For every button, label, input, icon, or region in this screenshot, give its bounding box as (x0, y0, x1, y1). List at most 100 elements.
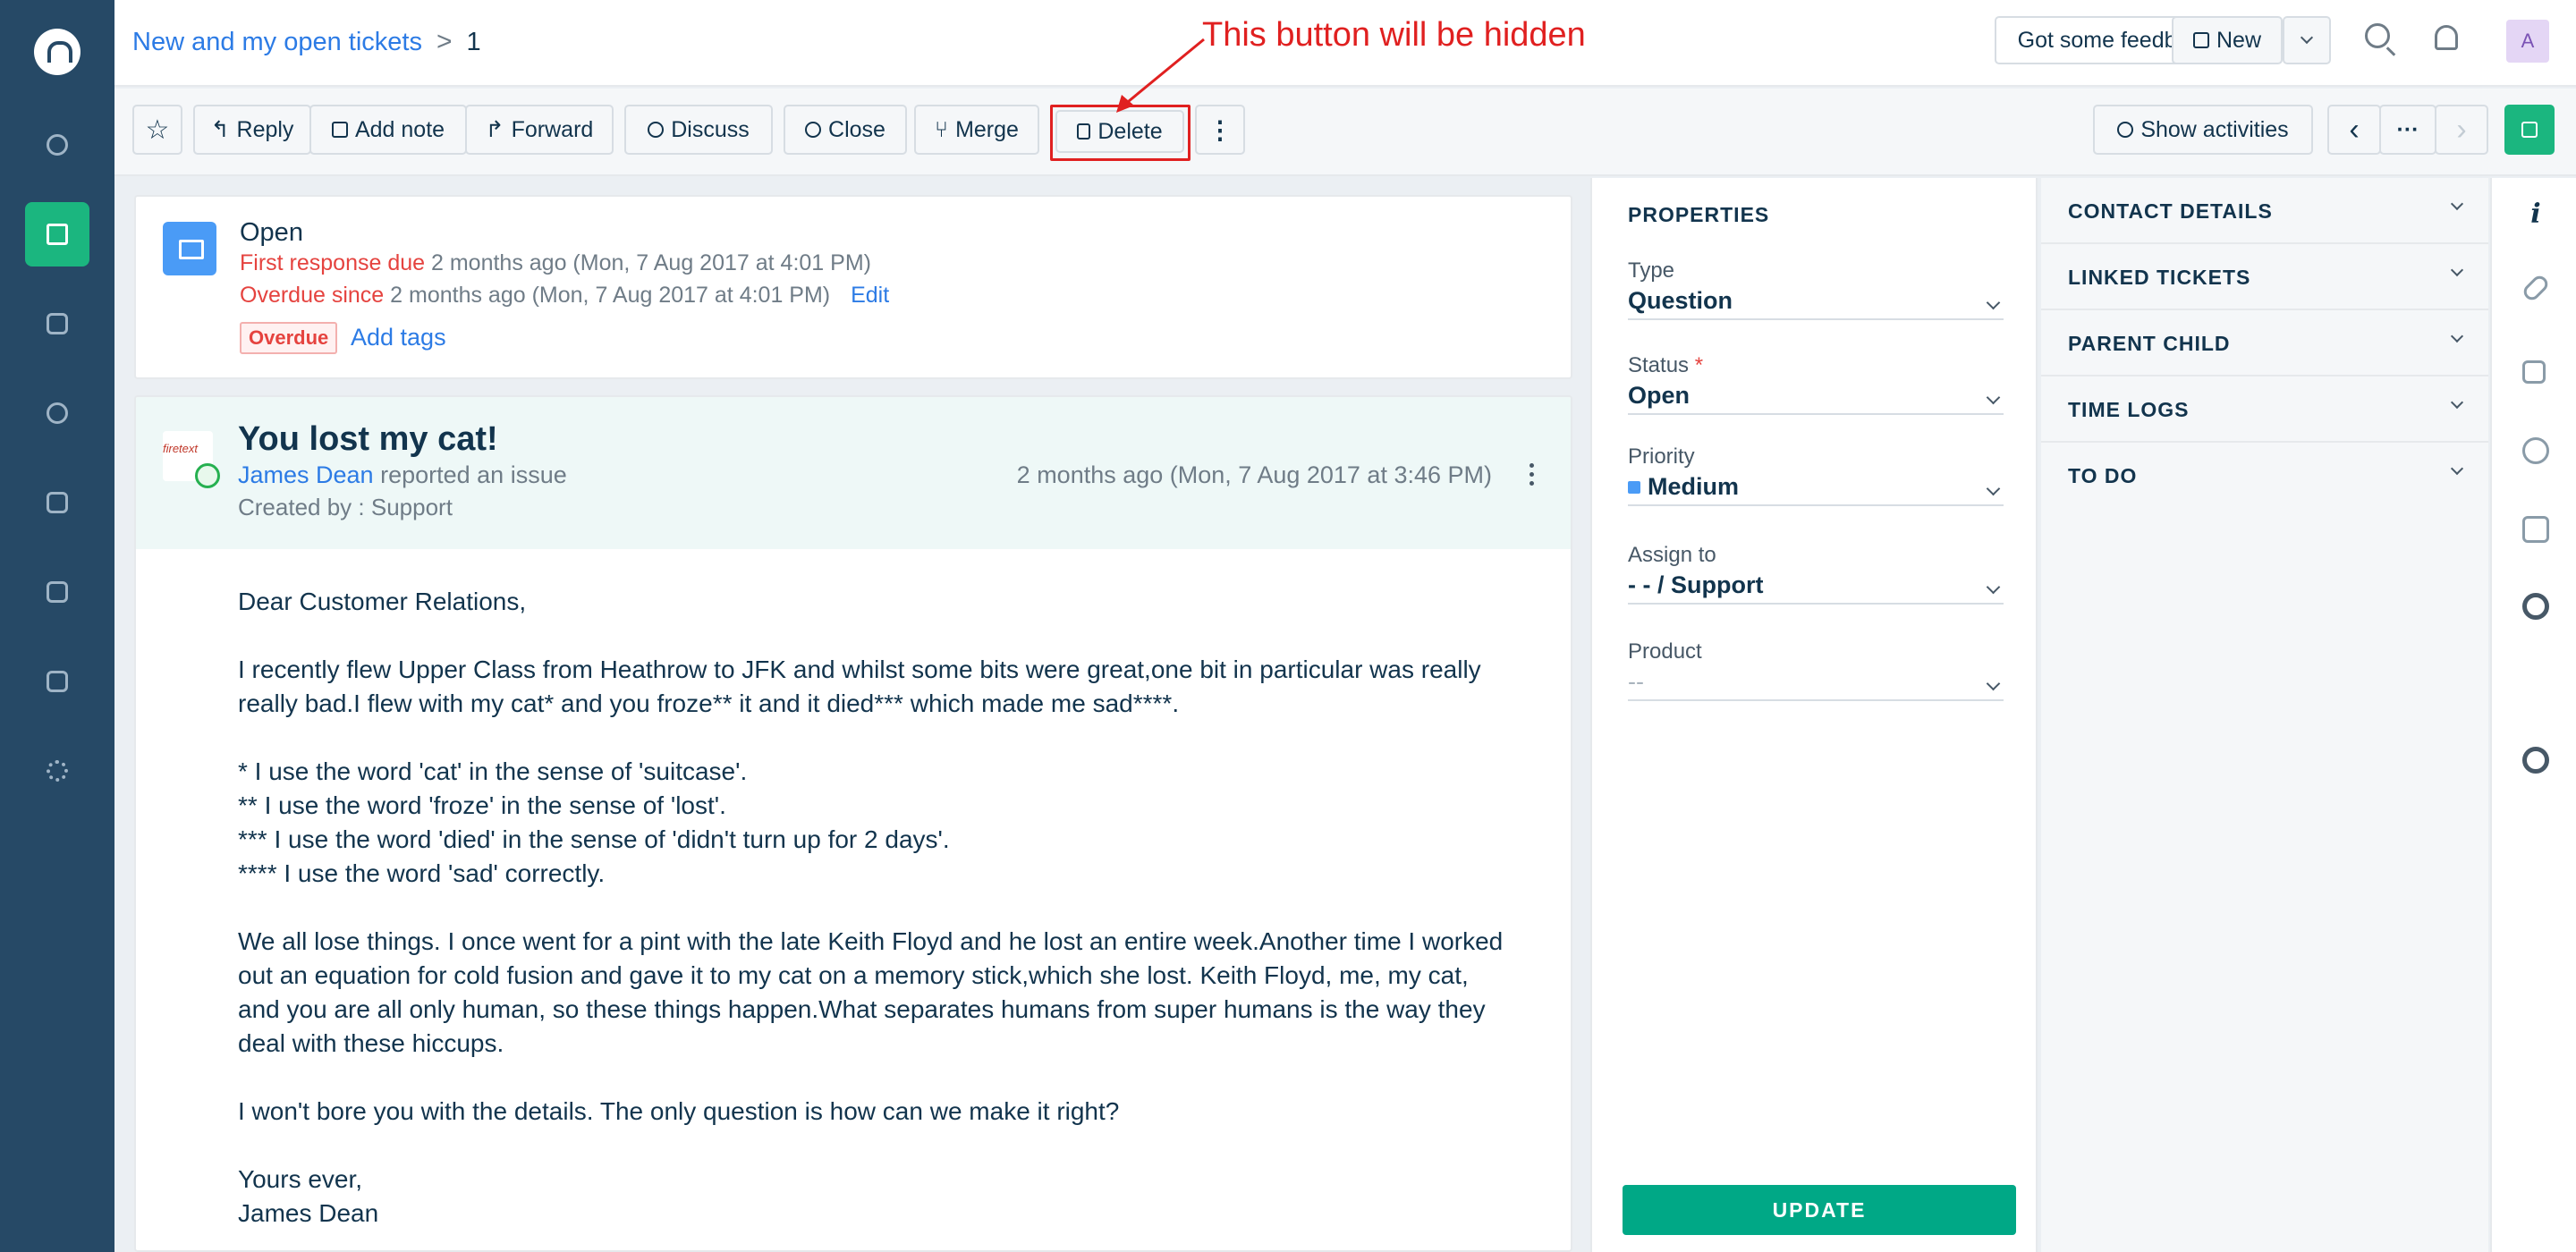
merge-icon: ⑂ (935, 116, 949, 142)
to-do-section[interactable]: TO DO (2041, 443, 2488, 509)
freshdesk-logo-icon[interactable] (34, 29, 80, 75)
requester-avatar: firetext (163, 431, 220, 488)
chevron-right-icon: › (2456, 112, 2467, 147)
status-title: Open (240, 218, 303, 247)
network-icon (47, 402, 68, 424)
chevron-left-icon: ‹ (2349, 112, 2360, 147)
sidebar-panel-icon (2521, 122, 2538, 138)
ticket-sidebar-accordion: CONTACT DETAILS LINKED TICKETS PARENT CH… (2041, 178, 2488, 1252)
show-activities-button[interactable]: Show activities (2093, 105, 2313, 155)
search-icon[interactable] (2365, 23, 2390, 48)
email-source-icon (163, 222, 216, 275)
add-tags-link[interactable]: Add tags (351, 324, 446, 351)
new-button[interactable]: New (2172, 16, 2283, 64)
status-label: Status (1628, 353, 1690, 377)
notification-bell-icon[interactable] (2435, 25, 2458, 50)
forums-nav-icon[interactable] (25, 560, 89, 624)
close-ticket-button[interactable]: Close (784, 105, 907, 155)
right-icon-bar: i (2490, 178, 2576, 1252)
product-label: Product (1628, 639, 1702, 664)
next-ticket-button[interactable]: › (2435, 105, 2488, 155)
ticket-list-button[interactable]: ··· (2379, 105, 2436, 155)
social-nav-icon[interactable] (25, 381, 89, 445)
chevron-right-icon: > (436, 27, 453, 56)
ticket-subject: You lost my cat! (238, 420, 498, 458)
reply-button-label: Reply (236, 116, 294, 142)
show-activities-label: Show activities (2140, 116, 2289, 142)
solutions-nav-icon[interactable] (25, 470, 89, 535)
speedometer-icon (47, 134, 68, 156)
priority-field[interactable]: Priority Medium (1628, 444, 2004, 506)
required-marker: * (1694, 353, 1704, 377)
smiley-icon (195, 463, 220, 488)
edit-due-link[interactable]: Edit (851, 283, 889, 308)
time-logs-section[interactable]: TIME LOGS (2041, 376, 2488, 443)
type-value: Question (1628, 287, 1733, 314)
hierarchy-icon[interactable] (2522, 360, 2546, 384)
ellipsis-icon: ··· (2396, 116, 2419, 142)
close-button-label: Close (828, 116, 886, 142)
conversation-more-icon[interactable] (1530, 463, 1537, 490)
update-button[interactable]: UPDATE (1623, 1185, 2016, 1235)
calendar-icon[interactable] (2522, 516, 2549, 543)
requester-name-link[interactable]: James Dean (238, 461, 374, 488)
ticket-id: 1 (466, 27, 481, 56)
add-note-button[interactable]: Add note (309, 105, 467, 155)
reports-nav-icon[interactable] (25, 649, 89, 714)
reply-button[interactable]: ↰ Reply (193, 105, 311, 155)
toggle-sidebar-button[interactable] (2504, 105, 2555, 155)
assign-to-label: Assign to (1628, 543, 1716, 567)
chevron-down-icon (2450, 395, 2464, 410)
chevron-down-icon (2450, 461, 2464, 476)
discuss-button[interactable]: Discuss (624, 105, 773, 155)
linked-tickets-section[interactable]: LINKED TICKETS (2041, 244, 2488, 310)
to-do-label: TO DO (2068, 464, 2138, 487)
contacts-nav-icon[interactable] (25, 292, 89, 356)
status-label-row: Status * (1628, 353, 2004, 378)
parent-child-section[interactable]: PARENT CHILD (2041, 310, 2488, 376)
app-swirl-icon[interactable] (2522, 593, 2549, 620)
user-avatar[interactable]: A (2506, 20, 2549, 63)
linked-tickets-label: LINKED TICKETS (2068, 266, 2251, 289)
message-paragraph: Dear Customer Relations, (238, 588, 527, 615)
chevron-down-icon (2450, 197, 2464, 211)
admin-nav-icon[interactable] (25, 739, 89, 803)
breadcrumb-view-link[interactable]: New and my open tickets (132, 28, 422, 57)
merge-button[interactable]: ⑂ Merge (914, 105, 1039, 155)
new-dropdown-button[interactable] (2283, 16, 2331, 64)
discuss-button-label: Discuss (671, 116, 750, 142)
timer-icon[interactable] (2522, 437, 2549, 464)
chat-bubbles-icon (47, 581, 68, 603)
previous-ticket-button[interactable]: ‹ (2327, 105, 2381, 155)
tickets-nav-icon[interactable] (25, 202, 89, 266)
forward-button[interactable]: ↱ Forward (465, 105, 614, 155)
conversation-card: firetext You lost my cat! James Dean rep… (134, 395, 1572, 1252)
contact-card-icon (47, 313, 68, 334)
message-paragraph: We all lose things. I once went for a pi… (238, 927, 1504, 1057)
contact-details-section[interactable]: CONTACT DETAILS (2041, 178, 2488, 244)
overdue-value: 2 months ago (Mon, 7 Aug 2017 at 4:01 PM… (390, 283, 831, 308)
overdue-label: Overdue since (240, 283, 385, 308)
dashboard-nav-icon[interactable] (25, 113, 89, 177)
assign-to-value: - - / Support (1628, 571, 1764, 598)
conversation-timestamp: 2 months ago (Mon, 7 Aug 2017 at 3:46 PM… (1016, 461, 1492, 488)
left-navigation (0, 0, 114, 1252)
star-button[interactable]: ☆ (132, 105, 182, 155)
reply-arrow-icon: ↰ (210, 117, 230, 142)
priority-value-row: Medium (1628, 473, 2004, 504)
created-by: Created by : Support (238, 494, 453, 520)
annotation-text: This button will be hidden (1202, 16, 1586, 54)
link-icon[interactable] (2521, 273, 2551, 303)
conversation-header: firetext You lost my cat! James Dean rep… (136, 397, 1571, 549)
forward-arrow-icon: ↱ (485, 117, 504, 142)
discuss-icon (648, 122, 665, 138)
app-swirl-icon[interactable] (2522, 747, 2549, 774)
info-icon[interactable]: i (2522, 201, 2549, 228)
product-field[interactable]: Product -- (1628, 639, 2004, 701)
status-value: Open (1628, 382, 1690, 409)
status-field[interactable]: Status * Open (1628, 353, 2004, 415)
type-field[interactable]: Type Question (1628, 258, 2004, 320)
first-response-line: First response due 2 months ago (Mon, 7 … (240, 250, 871, 276)
assign-to-field[interactable]: Assign to - - / Support (1628, 543, 2004, 605)
requester-avatar-logo: firetext (163, 442, 199, 455)
